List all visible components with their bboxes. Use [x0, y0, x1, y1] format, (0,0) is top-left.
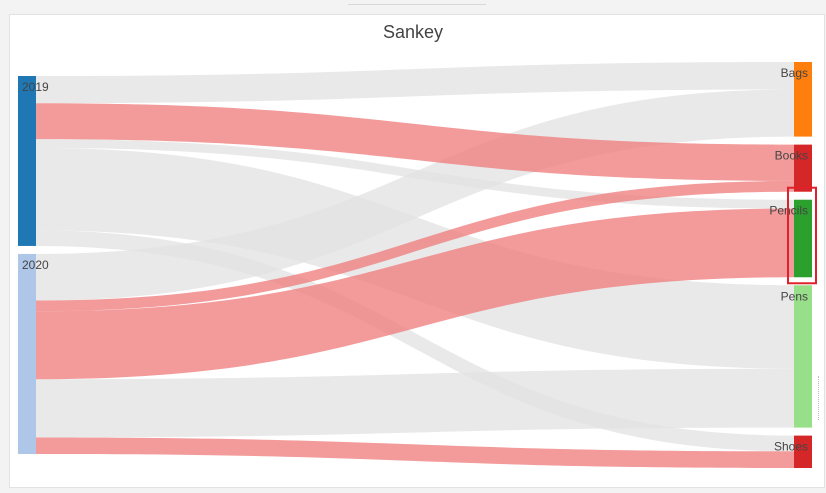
sankey-chart: 20192020BagsBooksPencilsPensShoes: [18, 62, 817, 468]
link-2020-pens[interactable]: [36, 368, 794, 438]
scroll-indicator: [818, 376, 825, 420]
node-label-2019: 2019: [22, 80, 49, 94]
node-pens[interactable]: [794, 285, 812, 428]
node-2020[interactable]: [18, 253, 36, 454]
node-label-bags: Bags: [781, 66, 808, 80]
node-label-shoes: Shoes: [774, 440, 808, 454]
node-label-books: Books: [775, 149, 808, 163]
node-2019[interactable]: [18, 76, 36, 246]
node-label-2020: 2020: [22, 258, 49, 272]
node-label-pens: Pens: [781, 289, 808, 303]
